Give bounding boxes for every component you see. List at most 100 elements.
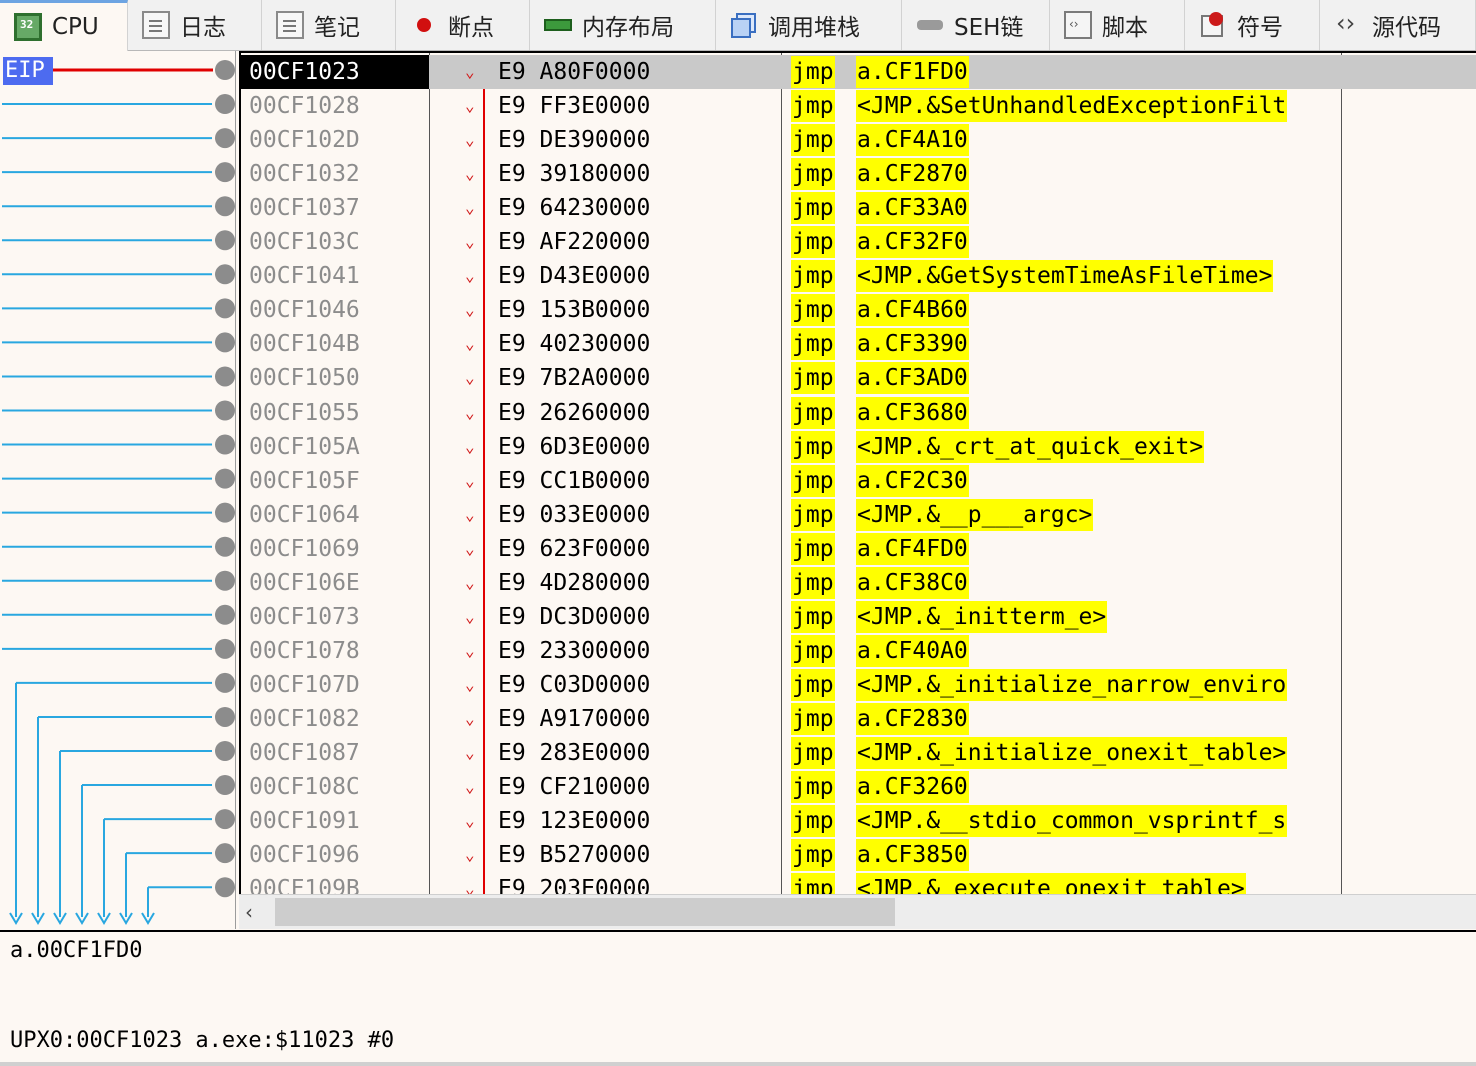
instruction-bytes: E9 64230000 bbox=[498, 195, 651, 222]
instruction-row[interactable]: 00CF1087 ⌄ E9 283E0000 jmp <JMP.&_initialize… bbox=[241, 736, 1476, 770]
jump-chevron-icon: ⌄ bbox=[465, 777, 475, 797]
instruction-row[interactable]: 00CF107D ⌄ E9 C03D0000 jmp <JMP.&_initialize… bbox=[241, 668, 1476, 702]
tab-log[interactable]: 日志 bbox=[128, 0, 262, 50]
tab-breakpoint[interactable]: 断点 bbox=[396, 0, 530, 50]
info-location: UPX0:00CF1023 a.exe:$11023 #0 bbox=[10, 1028, 395, 1053]
instruction-address: 00CF105F bbox=[249, 467, 360, 494]
row-breakpoint-dot bbox=[215, 672, 235, 693]
instruction-mnemonic: jmp bbox=[791, 702, 835, 735]
tab-seh-chain[interactable]: SEH链 bbox=[902, 0, 1050, 50]
instruction-bytes: E9 7B2A0000 bbox=[498, 365, 651, 392]
instruction-row[interactable]: 00CF1096 ⌄ E9 B5270000 jmp a.CF3850 bbox=[241, 838, 1476, 872]
instruction-row[interactable]: 00CF1082 ⌄ E9 A9170000 jmp a.CF2830 bbox=[241, 702, 1476, 736]
instruction-operand: <JMP.&SetUnhandledExceptionFilt bbox=[856, 90, 1288, 123]
branch-gutter: EIP bbox=[0, 51, 236, 929]
instruction-operand: a.CF40A0 bbox=[856, 634, 969, 667]
info-target-address: a.00CF1FD0 bbox=[10, 938, 143, 963]
scrollbar-thumb[interactable] bbox=[275, 898, 895, 926]
instruction-mnemonic: jmp bbox=[791, 192, 835, 225]
jump-chevron-icon: ⌄ bbox=[465, 708, 475, 728]
instruction-mnemonic: jmp bbox=[791, 362, 835, 395]
instruction-row[interactable]: 00CF1023 ⌄ E9 A80F0000 jmp a.CF1FD0 bbox=[241, 55, 1476, 89]
tab-notes[interactable]: 笔记 bbox=[262, 0, 396, 50]
instruction-mnemonic: jmp bbox=[791, 158, 835, 191]
instruction-row[interactable]: 00CF106E ⌄ E9 4D280000 jmp a.CF38C0 bbox=[241, 566, 1476, 600]
jump-chevron-icon: ⌄ bbox=[465, 368, 475, 388]
jump-chevron-icon: ⌄ bbox=[465, 130, 475, 150]
row-breakpoint-dot bbox=[215, 638, 235, 659]
scroll-left-arrow-icon[interactable]: ‹ bbox=[245, 899, 269, 925]
instruction-operand: a.CF38C0 bbox=[856, 566, 969, 599]
instruction-operand: a.CF3AD0 bbox=[856, 362, 969, 395]
instruction-bytes: E9 033E0000 bbox=[498, 501, 651, 528]
notes-icon bbox=[276, 11, 304, 39]
tab-symbols[interactable]: 符号 bbox=[1185, 0, 1320, 50]
jump-chevron-icon: ⌄ bbox=[465, 572, 475, 592]
instruction-mnemonic: jmp bbox=[791, 226, 835, 259]
tab-source[interactable]: 源代码 bbox=[1320, 0, 1476, 50]
instruction-row[interactable]: 00CF103C ⌄ E9 AF220000 jmp a.CF32F0 bbox=[241, 225, 1476, 259]
row-breakpoint-dot bbox=[215, 468, 235, 489]
instruction-mnemonic: jmp bbox=[791, 124, 835, 157]
instruction-row[interactable]: 00CF1050 ⌄ E9 7B2A0000 jmp a.CF3AD0 bbox=[241, 361, 1476, 395]
instruction-row[interactable]: 00CF1064 ⌄ E9 033E0000 jmp <JMP.&__p___argc> bbox=[241, 498, 1476, 532]
instruction-bytes: E9 FF3E0000 bbox=[498, 93, 651, 120]
instruction-row[interactable]: 00CF1055 ⌄ E9 26260000 jmp a.CF3680 bbox=[241, 396, 1476, 430]
instruction-operand: <JMP.&_initialize_narrow_enviro bbox=[856, 668, 1288, 701]
instruction-row[interactable]: 00CF1028 ⌄ E9 FF3E0000 jmp <JMP.&SetUnhandle… bbox=[241, 89, 1476, 123]
instruction-row[interactable]: 00CF1032 ⌄ E9 39180000 jmp a.CF2870 bbox=[241, 157, 1476, 191]
tab-label: 日志 bbox=[180, 15, 226, 41]
instruction-row[interactable]: 00CF1091 ⌄ E9 123E0000 jmp <JMP.&__stdio_com… bbox=[241, 804, 1476, 838]
tab-script[interactable]: 脚本 bbox=[1050, 0, 1185, 50]
instruction-row[interactable]: 00CF104B ⌄ E9 40230000 jmp a.CF3390 bbox=[241, 327, 1476, 361]
row-breakpoint-dot bbox=[215, 843, 235, 864]
instruction-bytes: E9 DC3D0000 bbox=[498, 603, 651, 630]
instruction-row[interactable]: 00CF102D ⌄ E9 DE390000 jmp a.CF4A10 bbox=[241, 123, 1476, 157]
log-icon bbox=[142, 11, 170, 39]
instruction-row[interactable]: 00CF108C ⌄ E9 CF210000 jmp a.CF3260 bbox=[241, 770, 1476, 804]
instruction-operand: <JMP.&_initterm_e> bbox=[856, 600, 1108, 633]
tab-memory-map[interactable]: 内存布局 bbox=[530, 0, 716, 50]
jump-chevron-icon: ⌄ bbox=[465, 266, 475, 286]
instruction-mnemonic: jmp bbox=[791, 771, 835, 804]
instruction-bytes: E9 C03D0000 bbox=[498, 671, 651, 698]
tab-cpu[interactable]: CPU bbox=[0, 0, 128, 51]
jump-chevron-icon: ⌄ bbox=[465, 674, 475, 694]
tab-call-stack[interactable]: 调用堆栈 bbox=[716, 0, 902, 50]
instruction-row[interactable]: 00CF109B ⌄ E9 203E0000 jmp <JMP.&_execute_on… bbox=[241, 872, 1476, 894]
instruction-row[interactable]: 00CF1046 ⌄ E9 153B0000 jmp a.CF4B60 bbox=[241, 293, 1476, 327]
row-breakpoint-dot bbox=[215, 230, 235, 251]
instruction-row[interactable]: 00CF1069 ⌄ E9 623F0000 jmp a.CF4FD0 bbox=[241, 532, 1476, 566]
instruction-mnemonic: jmp bbox=[791, 737, 835, 769]
instruction-operand: a.CF4B60 bbox=[856, 294, 969, 327]
instruction-operand: <JMP.&__p___argc> bbox=[856, 498, 1094, 531]
instruction-address: 00CF1037 bbox=[249, 195, 360, 222]
instruction-bytes: E9 6D3E0000 bbox=[498, 433, 651, 460]
branch-lines bbox=[2, 60, 235, 925]
instruction-row[interactable]: 00CF1073 ⌄ E9 DC3D0000 jmp <JMP.&_initterm_e… bbox=[241, 600, 1476, 634]
disassembly-view[interactable]: 00CF1023 ⌄ E9 A80F0000 jmp a.CF1FD0 00CF1028 ⌄… bbox=[239, 51, 1476, 894]
instruction-row[interactable]: 00CF105F ⌄ E9 CC1B0000 jmp a.CF2C30 bbox=[241, 464, 1476, 498]
instruction-address: 00CF1028 bbox=[249, 93, 360, 120]
instruction-operand: a.CF4A10 bbox=[856, 124, 969, 157]
horizontal-scrollbar[interactable]: ‹ bbox=[239, 894, 1476, 929]
instruction-operand: a.CF2C30 bbox=[856, 464, 969, 497]
instruction-operand: <JMP.&GetSystemTimeAsFileTime> bbox=[856, 260, 1274, 293]
call-stack-icon bbox=[730, 11, 758, 39]
row-breakpoint-dot bbox=[215, 162, 235, 183]
instruction-row[interactable]: 00CF1078 ⌄ E9 23300000 jmp a.CF40A0 bbox=[241, 634, 1476, 668]
row-breakpoint-dot bbox=[215, 264, 235, 285]
instruction-operand: <JMP.&_initialize_onexit_table> bbox=[856, 737, 1288, 769]
jump-chevron-icon: ⌄ bbox=[465, 606, 475, 626]
instruction-row[interactable]: 00CF1037 ⌄ E9 64230000 jmp a.CF33A0 bbox=[241, 191, 1476, 225]
instruction-mnemonic: jmp bbox=[791, 396, 835, 429]
instruction-row[interactable]: 00CF105A ⌄ E9 6D3E0000 jmp <JMP.&_crt_at_qui… bbox=[241, 430, 1476, 464]
instruction-address: 00CF1087 bbox=[249, 740, 360, 766]
tab-label: SEH链 bbox=[954, 15, 1024, 41]
instruction-row[interactable]: 00CF1041 ⌄ E9 D43E0000 jmp <JMP.&GetSystemTi… bbox=[241, 259, 1476, 293]
instruction-mnemonic: jmp bbox=[791, 634, 835, 667]
jump-chevron-icon: ⌄ bbox=[465, 743, 475, 762]
row-breakpoint-dot bbox=[215, 809, 235, 830]
instruction-bytes: E9 283E0000 bbox=[498, 740, 651, 766]
memory-map-icon bbox=[544, 11, 572, 39]
